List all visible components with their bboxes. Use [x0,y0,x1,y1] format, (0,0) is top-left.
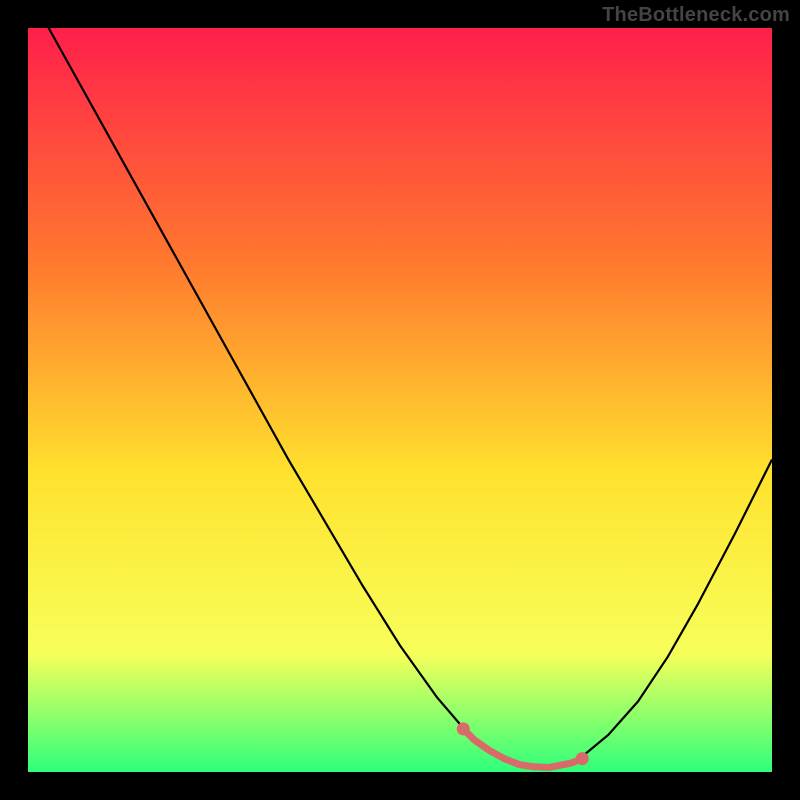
chart-frame: TheBottleneck.com [0,0,800,800]
bottleneck-chart [28,28,772,772]
accent-endpoint-dot [457,722,470,735]
accent-endpoint-dot [576,752,589,765]
gradient-background [28,28,772,772]
watermark-label: TheBottleneck.com [602,4,790,27]
